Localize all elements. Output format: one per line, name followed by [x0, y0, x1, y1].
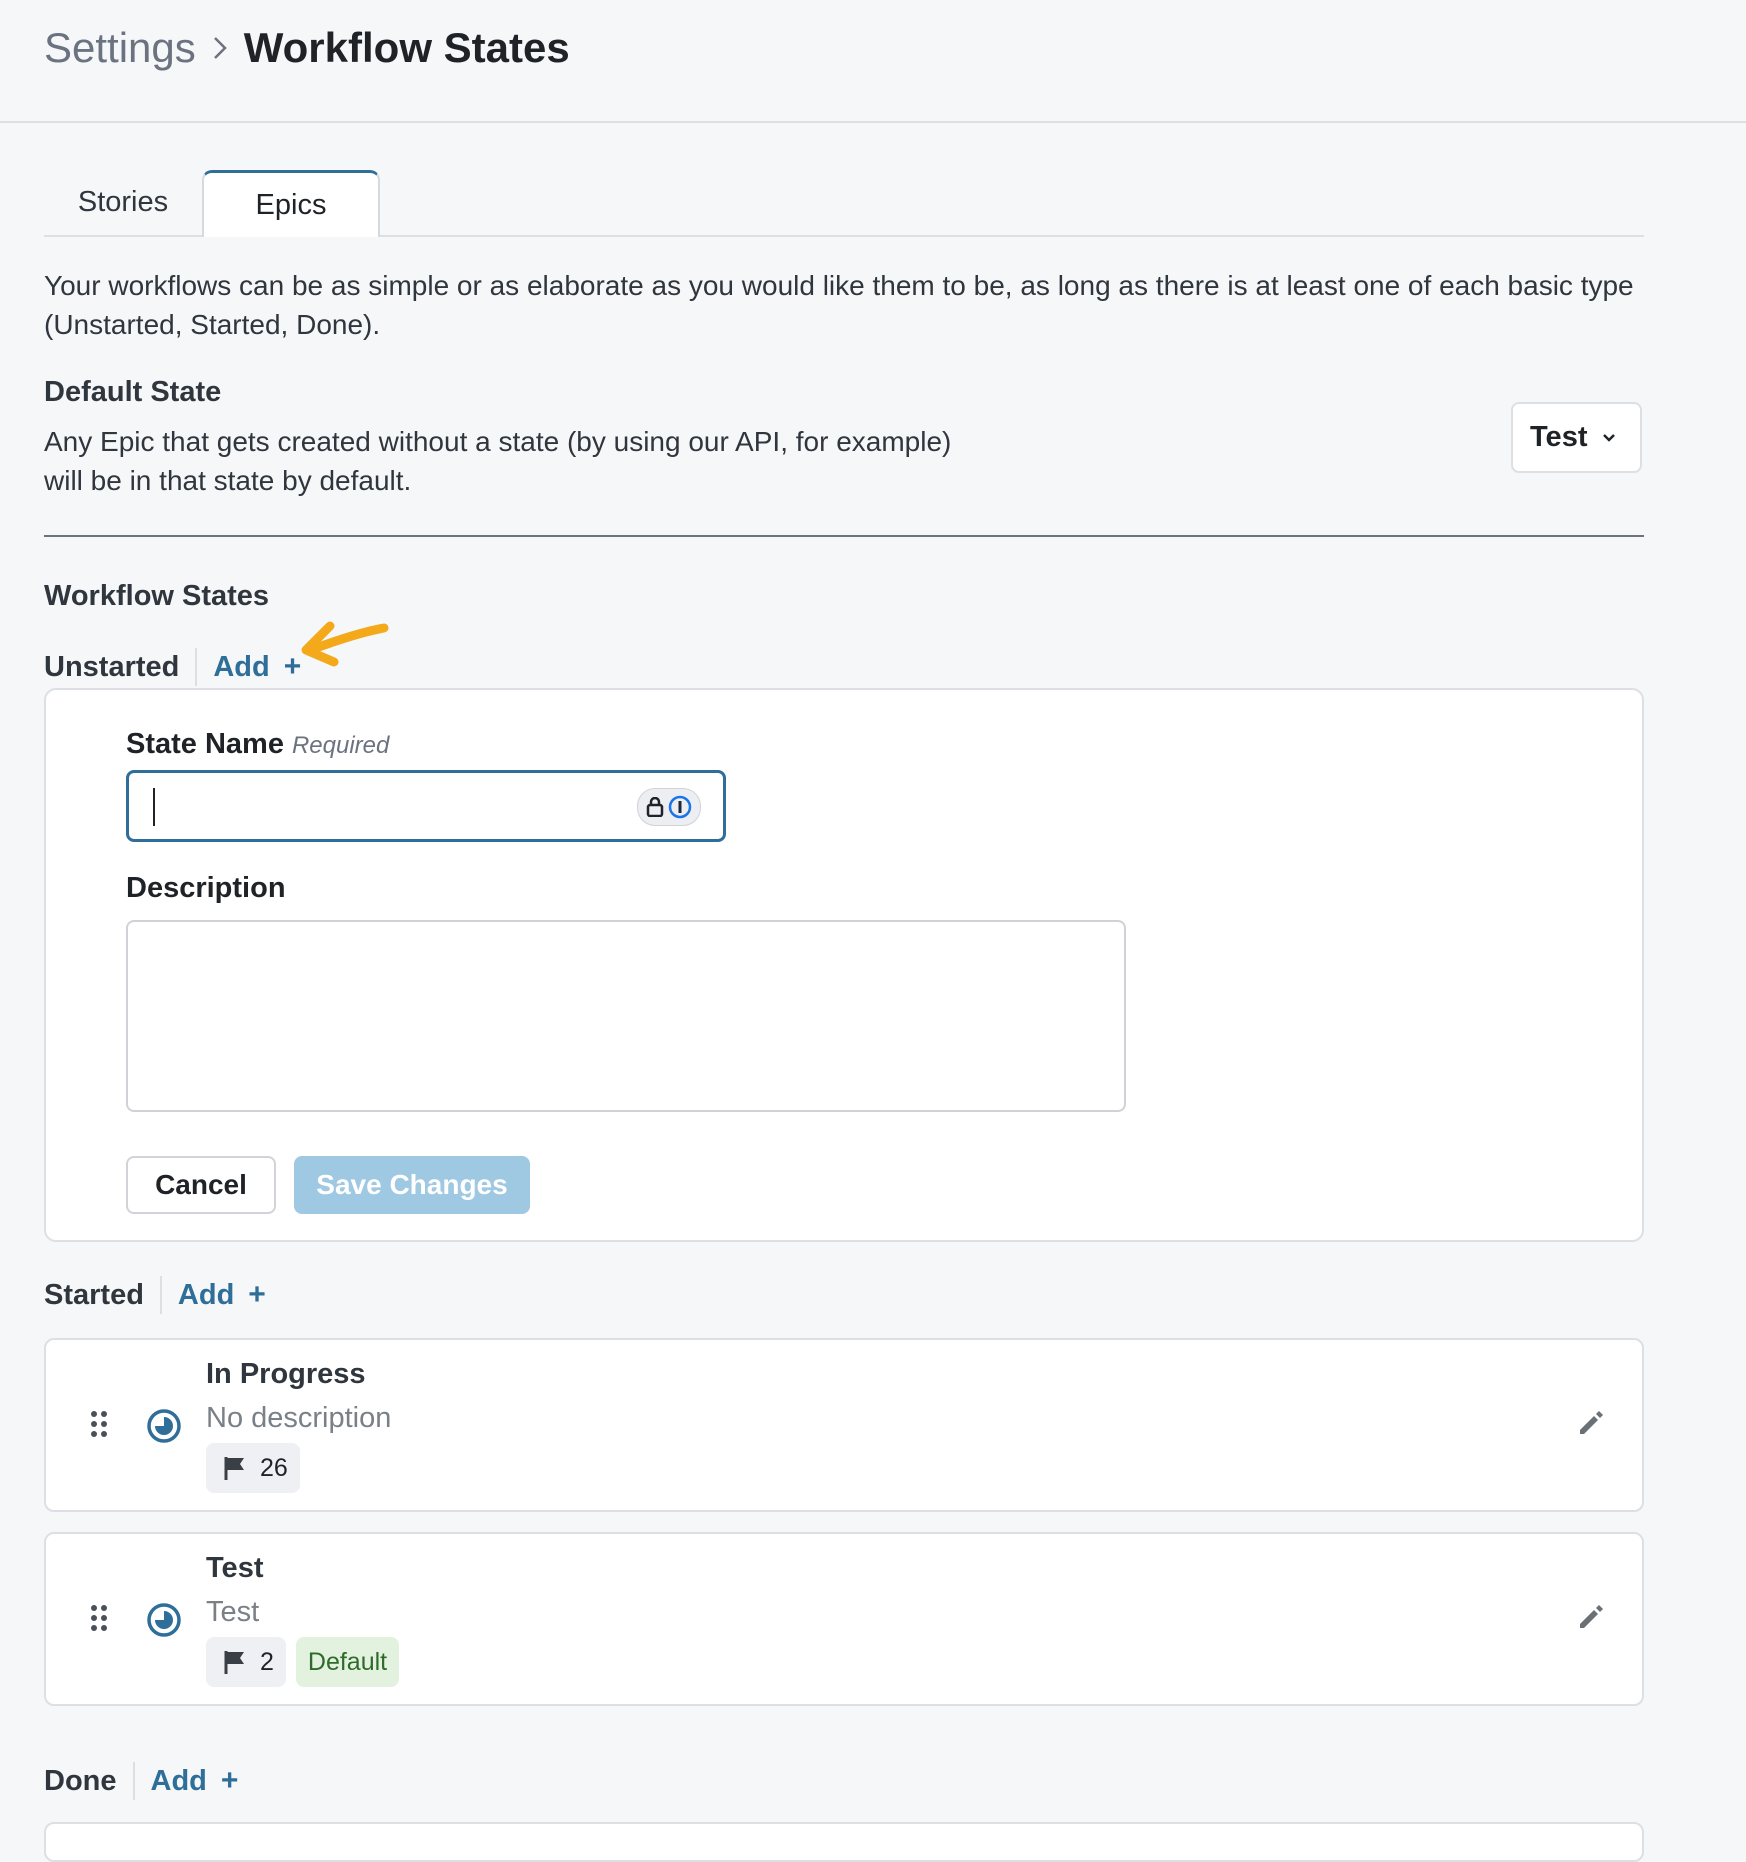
description-textarea[interactable] [126, 920, 1126, 1112]
add-label: Add [150, 1764, 207, 1797]
group-header-done: Done Add + [44, 1762, 238, 1800]
drag-handle-icon[interactable] [90, 1410, 108, 1438]
plus-icon: + [248, 1278, 266, 1311]
state-badges: 26 [206, 1443, 300, 1493]
started-state-icon [147, 1409, 181, 1443]
add-label: Add [177, 1278, 235, 1311]
default-state-title: Default State [44, 376, 222, 408]
intro-text: Your workflows can be as simple or as el… [44, 270, 1634, 340]
started-state-icon [147, 1603, 181, 1637]
group-label-unstarted: Unstarted [44, 648, 198, 686]
add-state-form: State Name Required Description Cancel Sa… [44, 688, 1644, 1242]
default-state-selected-value: Test [1530, 421, 1588, 453]
required-hint: Required [291, 732, 390, 759]
epic-count: 26 [260, 1453, 288, 1482]
highlight-arrow-icon [301, 621, 389, 667]
pencil-edit-icon[interactable] [1576, 1408, 1606, 1438]
add-label: Add [213, 650, 270, 683]
add-unstarted-state-button[interactable]: Add + [213, 650, 301, 684]
group-header-unstarted: Unstarted Add + [44, 648, 301, 686]
drag-handle-icon[interactable] [90, 1604, 108, 1632]
group-label-done: Done [44, 1762, 135, 1800]
plus-icon: + [220, 1764, 239, 1797]
state-name: In Progress [206, 1358, 366, 1390]
state-card-test: Test Test 2 Default [44, 1532, 1644, 1706]
state-name-label-text: State Name [126, 728, 284, 760]
text-caret [153, 788, 155, 826]
default-state-description: Any Epic that gets created without a sta… [44, 422, 1044, 500]
group-header-started: Started Add + [44, 1276, 266, 1314]
state-badges: 2 Default [206, 1637, 400, 1687]
epic-count: 2 [260, 1647, 274, 1676]
default-badge: Default [295, 1637, 400, 1687]
epic-count-badge: 2 [206, 1637, 286, 1687]
plus-icon: + [283, 650, 302, 683]
add-done-state-button[interactable]: Add + [151, 1764, 239, 1798]
state-name-input[interactable] [126, 770, 726, 842]
add-started-state-button[interactable]: Add + [178, 1278, 266, 1312]
section-divider [44, 535, 1644, 537]
breadcrumb-settings-link[interactable]: Settings [44, 24, 196, 72]
flag-icon [224, 1457, 244, 1480]
state-description: No description [206, 1402, 392, 1434]
tab-bar: Stories Epics [44, 170, 1644, 237]
chevron-down-icon [1601, 432, 1617, 444]
info-circle-icon [668, 795, 692, 819]
default-state-description-line: Any Epic that gets created without a sta… [44, 426, 952, 457]
breadcrumb: Settings Workflow States [44, 24, 570, 72]
default-state-select[interactable]: Test [1511, 402, 1642, 473]
page-header: Settings Workflow States [0, 0, 1746, 123]
description-label: Description [126, 872, 286, 904]
workflow-states-heading: Workflow States [44, 580, 270, 612]
state-card-in-progress: In Progress No description 26 [44, 1338, 1644, 1512]
cancel-button[interactable]: Cancel [126, 1156, 276, 1214]
save-changes-button[interactable]: Save Changes [294, 1156, 530, 1214]
page-title: Workflow States [243, 24, 570, 71]
lock-icon [646, 797, 664, 817]
flag-icon [224, 1651, 244, 1674]
tab-stories[interactable]: Stories [44, 170, 202, 235]
pencil-edit-icon[interactable] [1576, 1602, 1606, 1632]
state-description: Test [206, 1596, 260, 1628]
chevron-right-icon [212, 35, 228, 61]
state-card-done [44, 1822, 1644, 1862]
default-state-description-line: will be in that state by default. [44, 465, 412, 496]
group-label-started: Started [44, 1276, 162, 1314]
epic-count-badge: 26 [206, 1443, 300, 1493]
state-name-label: State Name Required [126, 728, 389, 761]
password-manager-icon[interactable] [637, 788, 701, 826]
state-name: Test [206, 1552, 264, 1584]
tab-epics[interactable]: Epics [202, 170, 380, 237]
